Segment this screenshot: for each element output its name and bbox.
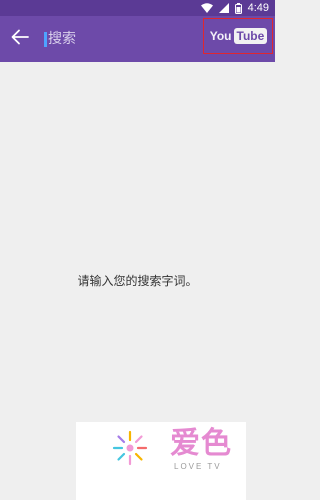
watermark-title: 爱色 <box>170 426 232 461</box>
status-icons: 4:49 <box>200 2 269 14</box>
youtube-source-button[interactable]: You Tube <box>203 18 273 54</box>
youtube-logo: You Tube <box>209 27 268 45</box>
search-input[interactable]: 搜索 <box>44 27 184 51</box>
back-button[interactable] <box>6 25 34 53</box>
text-cursor <box>44 31 47 47</box>
search-placeholder: 搜索 <box>48 31 76 47</box>
wifi-icon <box>200 3 213 13</box>
status-bar: 4:49 <box>0 0 275 16</box>
cellular-signal-icon <box>218 3 229 13</box>
arrow-left-icon <box>11 29 29 49</box>
watermark-subtitle: LOVE TV <box>174 462 222 471</box>
watermark: 爱色 LOVE TV <box>76 422 246 500</box>
status-time: 4:49 <box>247 2 269 14</box>
app-bar: 搜索 You Tube <box>0 16 275 62</box>
youtube-logo-tube: Tube <box>233 28 268 44</box>
youtube-logo-you: You <box>209 29 232 43</box>
empty-state-message: 请输入您的搜索字词。 <box>77 274 198 288</box>
battery-icon <box>234 2 242 14</box>
flower-logo-icon <box>110 428 150 468</box>
